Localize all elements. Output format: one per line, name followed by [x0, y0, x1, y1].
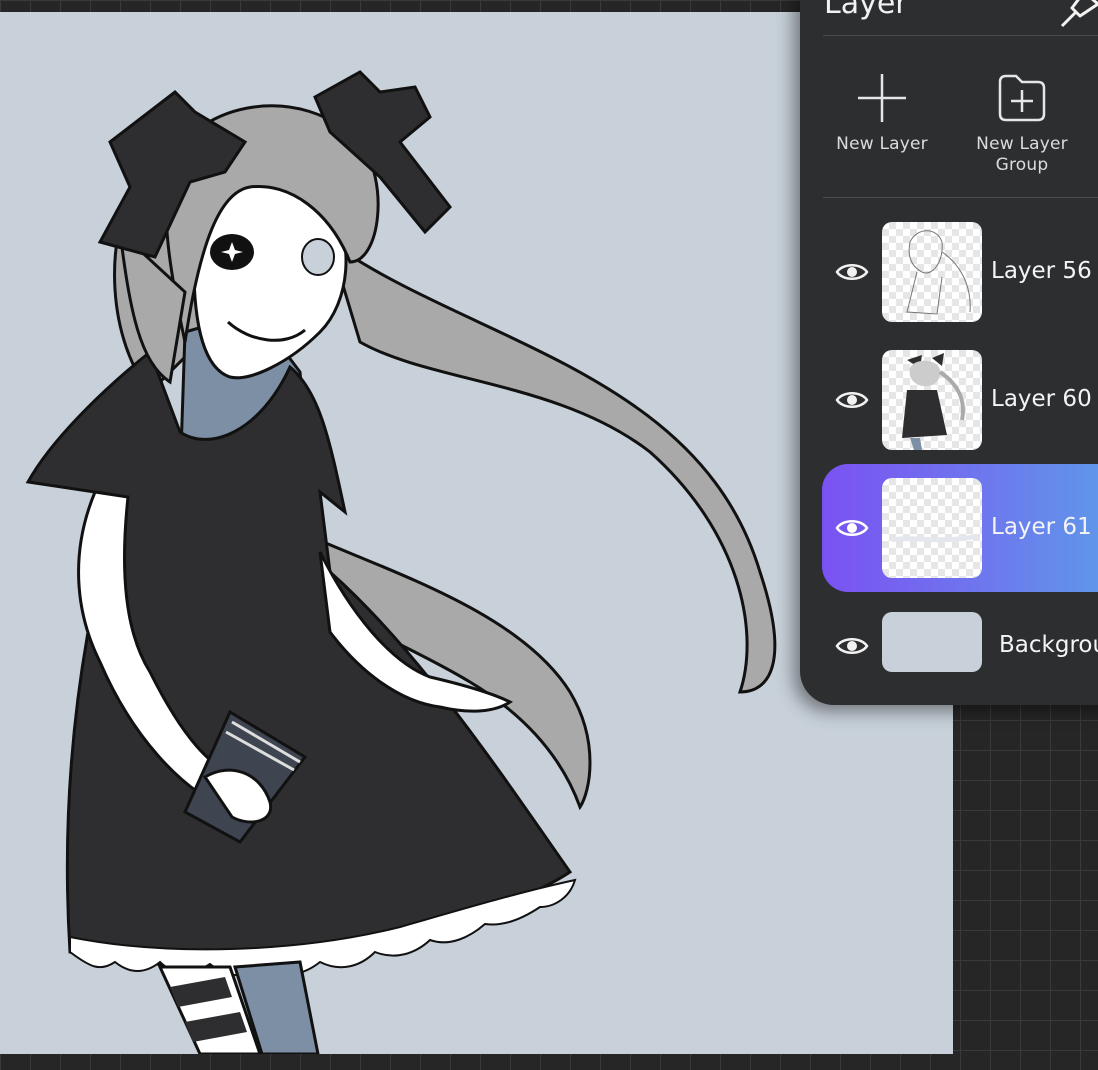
layer-thumbnail [882, 350, 982, 450]
layer-row-layer-60[interactable]: Layer 60 [822, 336, 1098, 464]
divider [823, 197, 1098, 198]
layer-name: Background [999, 632, 1098, 658]
divider [823, 35, 1098, 36]
new-layer-button[interactable]: New Layer [827, 72, 937, 155]
eye-icon[interactable] [835, 516, 869, 540]
layer-thumbnail [882, 612, 982, 672]
layer-row-layer-56[interactable]: Layer 56 [822, 208, 1098, 336]
eye-icon[interactable] [835, 260, 869, 284]
layer-thumbnail [882, 478, 982, 578]
layer-row-layer-61[interactable]: Layer 61 [822, 464, 1098, 592]
eye-icon[interactable] [835, 388, 869, 412]
panel-title: Layer [824, 0, 908, 21]
new-layer-group-button[interactable]: New Layer Group [967, 72, 1077, 176]
layer-name: Layer 56 [991, 258, 1092, 284]
folder-plus-icon [998, 74, 1046, 122]
new-layer-group-label-line1: New Layer [976, 134, 1068, 154]
eye-icon[interactable] [835, 634, 869, 658]
layer-row-background[interactable]: Background [822, 582, 1098, 710]
layer-thumbnail [882, 222, 982, 322]
layer-name: Layer 61 [991, 514, 1092, 540]
new-layer-label: New Layer [836, 134, 928, 154]
new-layer-group-label-line2: Group [995, 155, 1049, 175]
pin-icon[interactable] [1058, 0, 1098, 28]
layer-panel: Layer New Layer New Layer Group Layer 56 [800, 0, 1098, 705]
layer-name: Layer 60 [991, 386, 1092, 412]
plus-icon [858, 74, 906, 122]
